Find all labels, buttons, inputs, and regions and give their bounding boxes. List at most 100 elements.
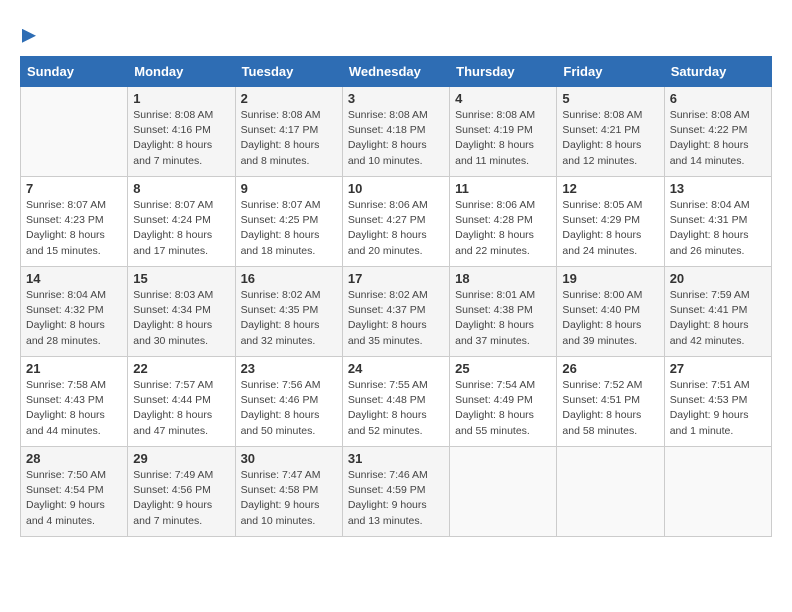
calendar-cell: 8 Sunrise: 8:07 AMSunset: 4:24 PMDaylight… [128, 177, 235, 267]
day-info: Sunrise: 7:58 AMSunset: 4:43 PMDaylight:… [26, 378, 122, 439]
calendar-cell: 12 Sunrise: 8:05 AMSunset: 4:29 PMDayligh… [557, 177, 664, 267]
calendar-cell: 29 Sunrise: 7:49 AMSunset: 4:56 PMDayligh… [128, 447, 235, 537]
day-info: Sunrise: 8:07 AMSunset: 4:23 PMDaylight:… [26, 198, 122, 259]
day-info: Sunrise: 7:51 AMSunset: 4:53 PMDaylight:… [670, 378, 766, 439]
day-info: Sunrise: 8:06 AMSunset: 4:28 PMDaylight:… [455, 198, 551, 259]
calendar-cell [21, 87, 128, 177]
calendar-cell [450, 447, 557, 537]
header-thursday: Thursday [450, 57, 557, 87]
day-info: Sunrise: 8:08 AMSunset: 4:17 PMDaylight:… [241, 108, 337, 169]
calendar-week-5: 28 Sunrise: 7:50 AMSunset: 4:54 PMDayligh… [21, 447, 772, 537]
calendar-week-1: 1 Sunrise: 8:08 AMSunset: 4:16 PMDaylight… [21, 87, 772, 177]
day-number: 27 [670, 361, 766, 376]
day-number: 3 [348, 91, 444, 106]
day-number: 15 [133, 271, 229, 286]
header-sunday: Sunday [21, 57, 128, 87]
logo-text [20, 20, 36, 46]
calendar-week-2: 7 Sunrise: 8:07 AMSunset: 4:23 PMDaylight… [21, 177, 772, 267]
calendar-cell: 6Sunrise: 8:08 AMSunset: 4:22 PMDaylight… [664, 87, 771, 177]
calendar-cell: 15 Sunrise: 8:03 AMSunset: 4:34 PMDayligh… [128, 267, 235, 357]
calendar-week-3: 14 Sunrise: 8:04 AMSunset: 4:32 PMDayligh… [21, 267, 772, 357]
calendar-cell: 31Sunrise: 7:46 AMSunset: 4:59 PMDayligh… [342, 447, 449, 537]
day-number: 17 [348, 271, 444, 286]
calendar-cell: 17 Sunrise: 8:02 AMSunset: 4:37 PMDayligh… [342, 267, 449, 357]
calendar-cell: 19Sunrise: 8:00 AMSunset: 4:40 PMDayligh… [557, 267, 664, 357]
day-info: Sunrise: 8:07 AMSunset: 4:25 PMDaylight:… [241, 198, 337, 259]
day-info: Sunrise: 8:01 AMSunset: 4:38 PMDaylight:… [455, 288, 551, 349]
calendar-week-4: 21 Sunrise: 7:58 AMSunset: 4:43 PMDayligh… [21, 357, 772, 447]
day-number: 6 [670, 91, 766, 106]
day-info: Sunrise: 7:59 AMSunset: 4:41 PMDaylight:… [670, 288, 766, 349]
calendar-cell: 4 Sunrise: 8:08 AMSunset: 4:19 PMDaylight… [450, 87, 557, 177]
day-number: 31 [348, 451, 444, 466]
calendar-cell: 1 Sunrise: 8:08 AMSunset: 4:16 PMDaylight… [128, 87, 235, 177]
day-info: Sunrise: 8:03 AMSunset: 4:34 PMDaylight:… [133, 288, 229, 349]
day-info: Sunrise: 7:55 AMSunset: 4:48 PMDaylight:… [348, 378, 444, 439]
calendar-cell: 28 Sunrise: 7:50 AMSunset: 4:54 PMDayligh… [21, 447, 128, 537]
day-info: Sunrise: 8:08 AMSunset: 4:18 PMDaylight:… [348, 108, 444, 169]
day-number: 4 [455, 91, 551, 106]
calendar-cell: 14 Sunrise: 8:04 AMSunset: 4:32 PMDayligh… [21, 267, 128, 357]
calendar-cell: 20 Sunrise: 7:59 AMSunset: 4:41 PMDayligh… [664, 267, 771, 357]
header-wednesday: Wednesday [342, 57, 449, 87]
calendar-cell [664, 447, 771, 537]
calendar-cell: 3 Sunrise: 8:08 AMSunset: 4:18 PMDaylight… [342, 87, 449, 177]
day-number: 21 [26, 361, 122, 376]
calendar-cell: 2Sunrise: 8:08 AMSunset: 4:17 PMDaylight… [235, 87, 342, 177]
day-number: 1 [133, 91, 229, 106]
day-number: 5 [562, 91, 658, 106]
calendar-cell: 18 Sunrise: 8:01 AMSunset: 4:38 PMDayligh… [450, 267, 557, 357]
calendar-cell: 26 Sunrise: 7:52 AMSunset: 4:51 PMDayligh… [557, 357, 664, 447]
day-number: 13 [670, 181, 766, 196]
calendar-cell [557, 447, 664, 537]
day-number: 29 [133, 451, 229, 466]
day-number: 18 [455, 271, 551, 286]
calendar-cell: 21 Sunrise: 7:58 AMSunset: 4:43 PMDayligh… [21, 357, 128, 447]
day-number: 7 [26, 181, 122, 196]
day-number: 28 [26, 451, 122, 466]
day-number: 25 [455, 361, 551, 376]
day-number: 20 [670, 271, 766, 286]
calendar-cell: 5Sunrise: 8:08 AMSunset: 4:21 PMDaylight… [557, 87, 664, 177]
day-info: Sunrise: 7:54 AMSunset: 4:49 PMDaylight:… [455, 378, 551, 439]
day-info: Sunrise: 8:07 AMSunset: 4:24 PMDaylight:… [133, 198, 229, 259]
logo-icon [22, 29, 36, 43]
calendar-cell: 10Sunrise: 8:06 AMSunset: 4:27 PMDayligh… [342, 177, 449, 267]
day-number: 8 [133, 181, 229, 196]
day-number: 23 [241, 361, 337, 376]
day-info: Sunrise: 7:57 AMSunset: 4:44 PMDaylight:… [133, 378, 229, 439]
calendar-cell: 13 Sunrise: 8:04 AMSunset: 4:31 PMDayligh… [664, 177, 771, 267]
day-number: 16 [241, 271, 337, 286]
calendar-cell: 7 Sunrise: 8:07 AMSunset: 4:23 PMDaylight… [21, 177, 128, 267]
header-monday: Monday [128, 57, 235, 87]
header-friday: Friday [557, 57, 664, 87]
calendar-cell: 16Sunrise: 8:02 AMSunset: 4:35 PMDayligh… [235, 267, 342, 357]
day-info: Sunrise: 8:08 AMSunset: 4:16 PMDaylight:… [133, 108, 229, 169]
header-tuesday: Tuesday [235, 57, 342, 87]
day-info: Sunrise: 8:08 AMSunset: 4:19 PMDaylight:… [455, 108, 551, 169]
header-saturday: Saturday [664, 57, 771, 87]
calendar-cell: 9Sunrise: 8:07 AMSunset: 4:25 PMDaylight… [235, 177, 342, 267]
day-info: Sunrise: 8:04 AMSunset: 4:32 PMDaylight:… [26, 288, 122, 349]
calendar-cell: 22Sunrise: 7:57 AMSunset: 4:44 PMDayligh… [128, 357, 235, 447]
calendar-cell: 25 Sunrise: 7:54 AMSunset: 4:49 PMDayligh… [450, 357, 557, 447]
day-number: 12 [562, 181, 658, 196]
day-info: Sunrise: 7:49 AMSunset: 4:56 PMDaylight:… [133, 468, 229, 529]
calendar-cell: 11 Sunrise: 8:06 AMSunset: 4:28 PMDayligh… [450, 177, 557, 267]
day-number: 24 [348, 361, 444, 376]
calendar-cell: 24 Sunrise: 7:55 AMSunset: 4:48 PMDayligh… [342, 357, 449, 447]
day-number: 14 [26, 271, 122, 286]
day-info: Sunrise: 8:05 AMSunset: 4:29 PMDaylight:… [562, 198, 658, 259]
calendar-cell: 23Sunrise: 7:56 AMSunset: 4:46 PMDayligh… [235, 357, 342, 447]
day-info: Sunrise: 8:04 AMSunset: 4:31 PMDaylight:… [670, 198, 766, 259]
day-info: Sunrise: 7:50 AMSunset: 4:54 PMDaylight:… [26, 468, 122, 529]
day-number: 10 [348, 181, 444, 196]
day-info: Sunrise: 7:52 AMSunset: 4:51 PMDaylight:… [562, 378, 658, 439]
logo [20, 20, 36, 46]
calendar-cell: 27 Sunrise: 7:51 AMSunset: 4:53 PMDayligh… [664, 357, 771, 447]
calendar-cell: 30Sunrise: 7:47 AMSunset: 4:58 PMDayligh… [235, 447, 342, 537]
day-info: Sunrise: 8:02 AMSunset: 4:37 PMDaylight:… [348, 288, 444, 349]
day-number: 11 [455, 181, 551, 196]
calendar-table: SundayMondayTuesdayWednesdayThursdayFrid… [20, 56, 772, 537]
day-number: 26 [562, 361, 658, 376]
